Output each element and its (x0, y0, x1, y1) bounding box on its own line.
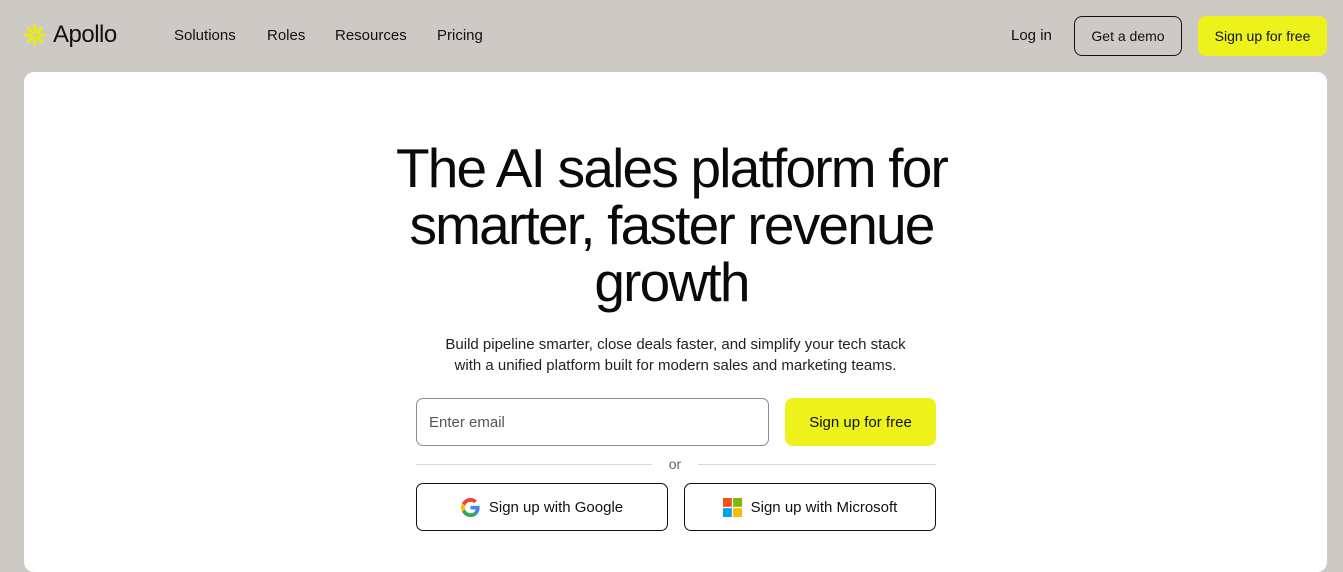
brand-name: Apollo (53, 21, 117, 48)
header-signup-button[interactable]: Sign up for free (1198, 16, 1327, 56)
microsoft-logo-icon (722, 497, 742, 517)
nav-link-roles[interactable]: Roles (267, 27, 305, 44)
divider-or-text: or (668, 456, 682, 472)
google-signup-label: Sign up with Google (488, 498, 624, 516)
hero-headline: The AI sales platform for smarter, faste… (0, 140, 1343, 311)
microsoft-signup-label: Sign up with Microsoft (750, 498, 898, 516)
get-demo-button[interactable]: Get a demo (1074, 16, 1182, 56)
nav-link-solutions[interactable]: Solutions (174, 27, 236, 44)
headline-line-2: smarter, faster revenue (409, 194, 935, 256)
hero-signup-button[interactable]: Sign up for free (785, 398, 936, 446)
apollo-logo[interactable]: Apollo (23, 21, 117, 49)
divider-right (698, 464, 936, 465)
subhead-line-1: Build pipeline smarter, close deals fast… (445, 336, 906, 353)
headline-line-1: The AI sales platform for (395, 137, 949, 199)
microsoft-signup-button[interactable]: Sign up with Microsoft (684, 483, 936, 531)
hero-subheading: Build pipeline smarter, close deals fast… (0, 334, 1343, 376)
nav-link-resources[interactable]: Resources (335, 27, 407, 44)
top-navigation: Apollo Solutions Roles Resources Pricing… (0, 0, 1343, 72)
nav-link-pricing[interactable]: Pricing (437, 27, 483, 44)
divider-left (416, 464, 652, 465)
subhead-line-2: with a unified platform built for modern… (454, 357, 897, 374)
apollo-sunburst-icon (23, 23, 47, 47)
headline-line-3: growth (594, 251, 750, 313)
google-g-icon (460, 497, 480, 517)
login-link[interactable]: Log in (1011, 27, 1052, 44)
google-signup-button[interactable]: Sign up with Google (416, 483, 668, 531)
email-input[interactable] (416, 398, 769, 446)
